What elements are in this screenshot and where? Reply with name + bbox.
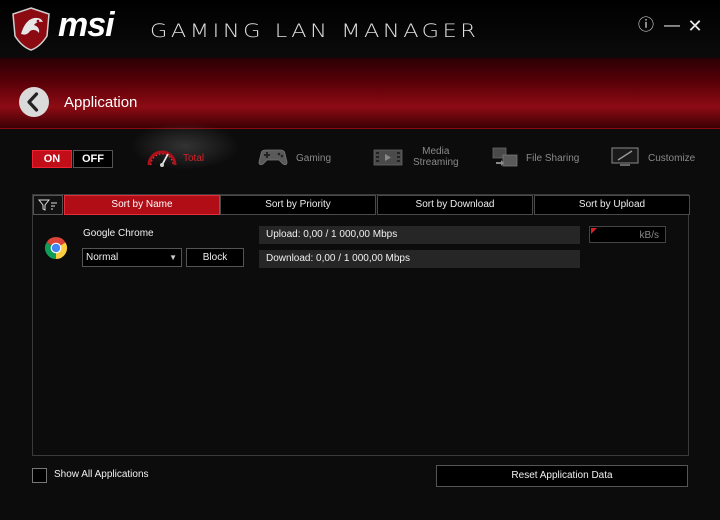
sort-by-upload-tab[interactable]: Sort by Upload [534,195,690,215]
chrome-icon [44,237,68,259]
toggle-off-button[interactable]: OFF [73,150,113,168]
category-media-label: Media Streaming [413,146,459,168]
filter-button[interactable] [33,195,63,215]
category-customize-label: Customize [648,153,696,164]
category-file-sharing[interactable]: File Sharing [488,140,588,176]
show-all-label: Show All Applications [54,469,149,480]
monitor-icon [611,147,639,166]
category-gaming[interactable]: Gaming [255,140,335,176]
close-button[interactable]: ✕ [685,16,705,36]
sort-by-priority-tab[interactable]: Sort by Priority [220,195,376,215]
page-title: Application [64,94,138,111]
film-icon [373,149,403,166]
msi-dragon-shield-icon [12,7,50,51]
edit-marker-icon [591,228,597,234]
category-media-label-line2: Streaming [413,157,459,168]
block-button[interactable]: Block [186,248,244,267]
category-total-label: Total [183,153,205,164]
brand-logo: msi [58,6,115,44]
reset-application-data-button[interactable]: Reset Application Data [436,465,688,487]
bandwidth-limit-input[interactable]: kB/s [589,226,666,243]
app-name: Google Chrome [83,228,154,239]
gamepad-icon [258,149,288,166]
category-customize[interactable]: Customize [608,140,708,176]
title-bar: msi GAMING LAN MANAGER ⓘ — ✕ [0,0,720,58]
category-total[interactable]: Total [140,140,220,176]
info-button[interactable]: ⓘ [636,16,656,36]
product-name: GAMING LAN MANAGER [150,20,480,42]
download-stat: Download: 0,00 / 1 000,00 Mbps [259,250,580,268]
category-file-sharing-label: File Sharing [526,153,580,164]
category-gaming-label: Gaming [296,153,332,164]
category-media-streaming[interactable]: Media Streaming [370,140,470,176]
sort-by-download-tab[interactable]: Sort by Download [377,195,533,215]
limit-unit: kB/s [639,230,659,241]
priority-value: Normal [86,252,119,263]
category-media-label-line1: Media [422,146,450,157]
chevron-down-icon: ▼ [169,253,177,262]
speedometer-icon [147,150,177,167]
chevron-left-icon [27,92,39,112]
filter-icon [37,199,57,211]
upload-stat: Upload: 0,00 / 1 000,00 Mbps [259,226,580,244]
minimize-button[interactable]: — [662,16,682,36]
back-button[interactable] [19,87,49,117]
priority-dropdown[interactable]: Normal ▼ [82,248,182,267]
file-sharing-icon [492,147,518,167]
toggle-on-button[interactable]: ON [32,150,72,168]
sort-by-name-tab[interactable]: Sort by Name [64,195,220,215]
show-all-checkbox[interactable] [32,468,47,483]
